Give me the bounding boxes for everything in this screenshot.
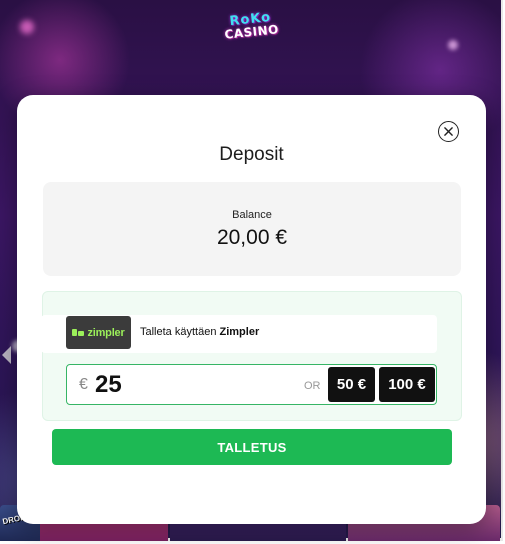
background-sparkle xyxy=(448,40,458,50)
payment-method-name: Zimpler xyxy=(219,326,260,338)
zimpler-logo-text: zimpler xyxy=(87,326,125,339)
amount-field[interactable]: € OR 50 € 100 € xyxy=(66,364,437,405)
logo-text-bottom: CASINO xyxy=(223,22,280,42)
modal-title: Deposit xyxy=(219,144,284,165)
roko-casino-logo[interactable]: RoKo CASINO xyxy=(221,3,281,49)
deposit-modal: Deposit Balance 20,00 € zimpler Talleta … xyxy=(17,95,486,524)
quick-amount-100-button[interactable]: 100 € xyxy=(379,367,435,402)
close-icon xyxy=(444,127,453,136)
balance-label: Balance xyxy=(232,209,272,221)
zimpler-mark-icon xyxy=(72,329,85,336)
balance-card: Balance 20,00 € xyxy=(43,182,461,276)
background-sparkle xyxy=(20,20,34,34)
carousel-prev-arrow-icon[interactable] xyxy=(2,346,11,364)
currency-symbol: € xyxy=(79,376,88,393)
payment-method-text: Talleta käyttäen Zimpler xyxy=(140,326,259,338)
zimpler-logo: zimpler xyxy=(66,316,131,349)
quick-amount-50-button[interactable]: 50 € xyxy=(328,367,375,402)
close-button[interactable] xyxy=(438,121,459,142)
deposit-submit-button[interactable]: TALLETUS xyxy=(52,429,452,465)
balance-value: 20,00 € xyxy=(216,226,288,249)
amount-input[interactable] xyxy=(95,369,295,401)
payment-method-prefix: Talleta käyttäen xyxy=(140,326,217,338)
or-label: OR xyxy=(304,380,321,392)
